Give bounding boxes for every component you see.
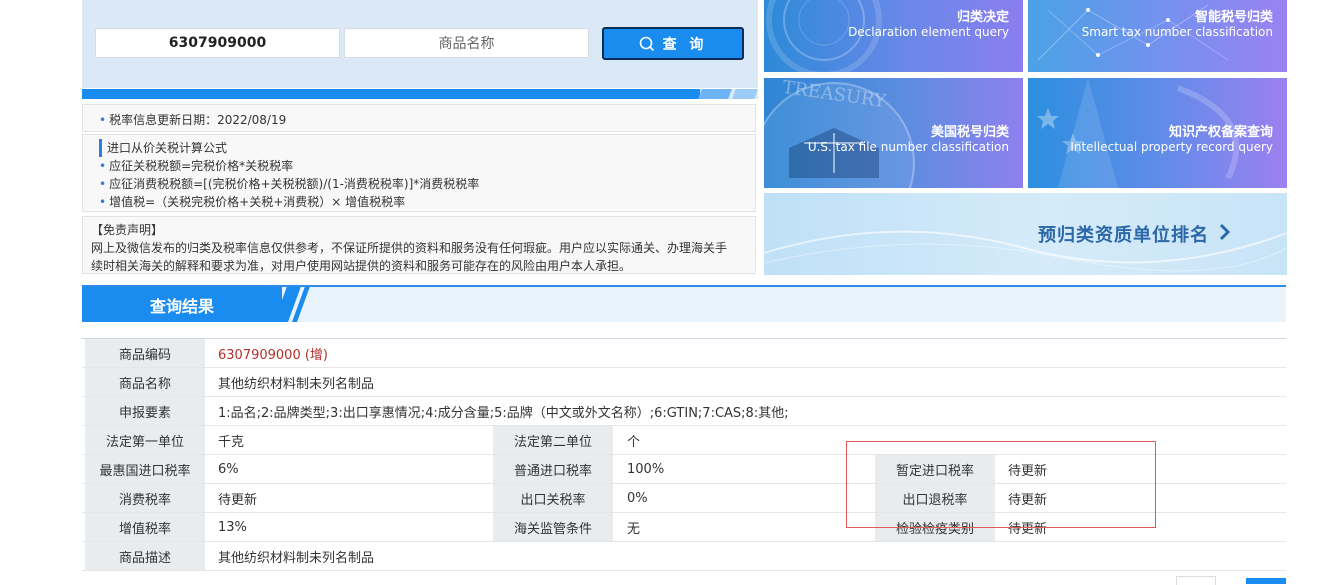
value-supervision: 无 (627, 521, 641, 537)
tile-title: 美国税号归类 (930, 125, 1009, 140)
pager-button-active[interactable] (1246, 578, 1286, 584)
value-unit2: 个 (627, 434, 641, 450)
label-general-rate: 普通进口税率 (493, 455, 613, 483)
tile-subtitle: Smart tax number classification (1081, 25, 1273, 39)
formula-line: • 增值税=（关税完税价格+关税+消费税）× 增值税税率 (99, 195, 406, 209)
search-panel: 6307909000 商品名称 查 询 (82, 0, 758, 88)
disclaimer-title: 【免责声明】 (91, 223, 164, 237)
tile-title: 知识产权备案查询 (1168, 125, 1273, 140)
pager-button[interactable] (1176, 576, 1216, 585)
table-row: 商品名称 其他纺织材料制未列名制品 (82, 368, 1286, 397)
disclaimer-box: 【免责声明】 网上及微信发布的归类及税率信息仅供参考，不保证所提供的资料和服务没… (82, 216, 756, 274)
value-code: 6307909000 (增) (218, 347, 328, 363)
formula-box: 进口从价关税计算公式 • 应征关税税额=完税价格*关税税率 • 应征消费税税额=[(… (82, 134, 756, 212)
tile-us-tariff-classification[interactable]: TREASURY 美国税号归类 U.S. tax file number cla… (764, 78, 1023, 188)
tile-subtitle: Intellectual property record query (1070, 140, 1273, 154)
search-icon (639, 36, 654, 51)
update-date-box: • 税率信息更新日期：2022/08/19 (82, 104, 756, 132)
query-button[interactable]: 查 询 (602, 27, 744, 60)
results-title: 查询结果 (82, 287, 282, 322)
bullet-dot: • (99, 113, 107, 127)
formula-line: • 应征关税税额=完税价格*关税税率 (99, 159, 294, 173)
query-button-label: 查 询 (662, 36, 708, 53)
table-row: 申报要素 1:品名;2:品牌类型;3:出口享惠情况;4:成分含量;5:品牌（中文… (82, 397, 1286, 426)
value-mfn-rate: 6% (218, 461, 239, 477)
label-mfn-rate: 最惠国进口税率 (85, 455, 205, 483)
table-row: 商品描述 其他纺织材料制未列名制品 (82, 542, 1286, 571)
label-vat-rate: 增值税率 (85, 513, 205, 541)
value-unit1: 千克 (218, 434, 245, 450)
highlight-annotation-box (846, 441, 1156, 528)
value-name: 其他纺织材料制未列名制品 (218, 376, 375, 392)
formula-line: • 应征消费税税额=[(完税价格+关税税额)/(1-消费税税率)]*消费税税率 (99, 177, 480, 191)
value-general-rate: 100% (627, 461, 665, 477)
tile-subtitle: U.S. tax file number classification (807, 140, 1009, 154)
commodity-name-input[interactable]: 商品名称 (344, 28, 589, 58)
tile-classification-decision[interactable]: 归类决定 Declaration element query (764, 0, 1023, 72)
value-description: 其他纺织材料制未列名制品 (218, 550, 375, 566)
label-description: 商品描述 (85, 542, 205, 570)
label-elements: 申报要素 (85, 397, 205, 425)
table-row: 商品编码 6307909000 (增) (82, 339, 1286, 368)
tile-title: 智能税号归类 (1194, 10, 1273, 25)
commodity-code-input[interactable]: 6307909000 (95, 28, 340, 58)
label-code: 商品编码 (85, 339, 205, 367)
label-consumption-rate: 消费税率 (85, 484, 205, 512)
label-unit2: 法定第二单位 (493, 426, 613, 454)
value-elements: 1:品名;2:品牌类型;3:出口享惠情况;4:成分含量;5:品牌（中文或外文名称… (218, 405, 789, 421)
label-name: 商品名称 (85, 368, 205, 396)
label-supervision: 海关监管条件 (493, 513, 613, 541)
value-consumption-rate: 待更新 (218, 492, 258, 508)
disclaimer-text: 续时相关海关的解释和要求为准，对用户使用网站提供的资料和服务可能存在的风险由用户… (91, 259, 632, 273)
label-unit1: 法定第一单位 (85, 426, 205, 454)
tile-smart-classification[interactable]: 智能税号归类 Smart tax number classification (1028, 0, 1287, 72)
tile-title: 归类决定 (956, 10, 1009, 25)
tile-title: 预归类资质单位排名 (1038, 225, 1209, 246)
value-vat-rate: 13% (218, 519, 247, 535)
tile-pre-classification-ranking[interactable]: 预归类资质单位排名 (764, 193, 1287, 275)
tile-ip-record-query[interactable]: 知识产权备案查询 Intellectual property record qu… (1028, 78, 1287, 188)
tile-subtitle: Declaration element query (848, 25, 1009, 39)
results-header: 查询结果 (82, 285, 1286, 322)
chevron-right-icon (1219, 223, 1231, 241)
disclaimer-text: 网上及微信发布的归类及税率信息仅供参考，不保证所提供的资料和服务没有任何瑕疵。用… (91, 241, 728, 255)
update-date-text: 税率信息更新日期：2022/08/19 (109, 113, 287, 127)
value-export-tariff: 0% (627, 490, 648, 506)
stripe-bar (82, 89, 758, 99)
label-export-tariff: 出口关税率 (493, 484, 613, 512)
formula-title: 进口从价关税计算公式 (99, 139, 755, 157)
